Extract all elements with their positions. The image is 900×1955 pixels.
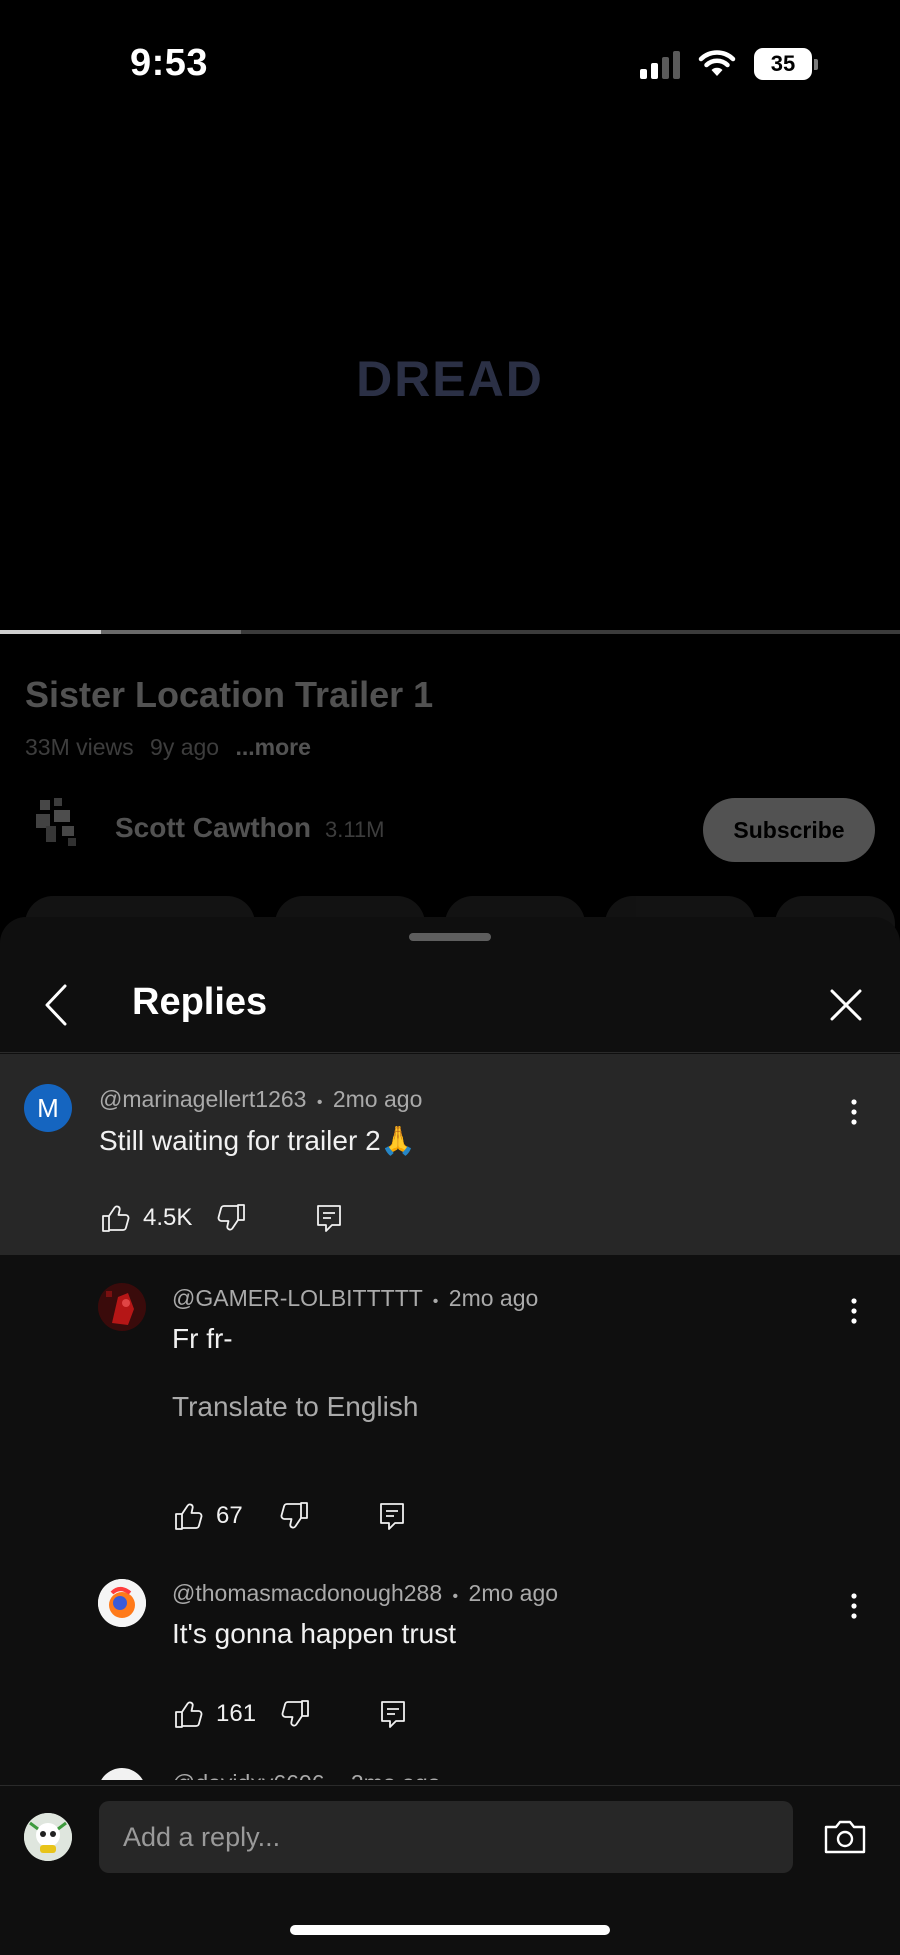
meta-separator: • bbox=[432, 1293, 439, 1310]
like-button[interactable] bbox=[99, 1201, 133, 1235]
video-meta[interactable]: 33M views 9y ago ...more bbox=[25, 734, 311, 761]
more-vertical-icon bbox=[851, 1298, 857, 1324]
more-vertical-icon bbox=[851, 1099, 857, 1125]
avatar[interactable] bbox=[98, 1768, 146, 1780]
thumbs-down-icon bbox=[217, 1204, 246, 1231]
like-button[interactable] bbox=[172, 1697, 206, 1731]
reply-comment: @GAMER-LOLBITTTTT • 2mo ago Fr fr- Trans… bbox=[0, 1255, 900, 1550]
thumbs-up-icon bbox=[175, 1701, 203, 1728]
comment-text: Still waiting for trailer 2🙏 bbox=[99, 1125, 416, 1156]
reply-comment: @davidxy6606 • 2mo ago bbox=[0, 1748, 900, 1780]
chevron-left-icon bbox=[45, 984, 67, 1026]
comment-menu-button[interactable] bbox=[844, 1291, 864, 1331]
reply-comment-icon bbox=[381, 1701, 405, 1728]
camera-icon bbox=[824, 1820, 866, 1854]
like-count: 161 bbox=[216, 1700, 257, 1727]
comment-author[interactable]: @GAMER-LOLBITTTTT bbox=[172, 1285, 422, 1311]
comment-actions: 161 bbox=[172, 1694, 410, 1734]
dislike-button[interactable] bbox=[277, 1499, 311, 1533]
comment-age: 2mo ago bbox=[351, 1770, 441, 1780]
reply-comment-icon bbox=[317, 1205, 342, 1232]
comment-author[interactable]: @thomasmacdonough288 bbox=[172, 1580, 442, 1606]
dislike-button[interactable] bbox=[214, 1201, 248, 1235]
comment-menu-button[interactable] bbox=[844, 1586, 864, 1626]
avatar[interactable]: M bbox=[24, 1084, 72, 1132]
comment-age: 2mo ago bbox=[332, 1086, 423, 1112]
meta-separator: • bbox=[452, 1588, 459, 1605]
cellular-signal-icon bbox=[640, 49, 680, 79]
comment-meta: @marinagellert1263 • 2mo ago bbox=[99, 1086, 422, 1113]
sheet-header: Replies bbox=[0, 957, 900, 1053]
avatar-image bbox=[98, 1283, 146, 1331]
reply-button[interactable] bbox=[375, 1499, 409, 1533]
meta-separator: • bbox=[316, 1094, 323, 1111]
comment-text: It's gonna happen trust bbox=[172, 1618, 456, 1649]
comment-actions: 4.5K bbox=[99, 1198, 346, 1238]
like-button[interactable] bbox=[172, 1499, 206, 1533]
user-avatar[interactable] bbox=[24, 1813, 72, 1861]
video-title[interactable]: Sister Location Trailer 1 bbox=[25, 674, 433, 716]
video-title-card: DREAD bbox=[356, 351, 544, 407]
more-vertical-icon bbox=[851, 1593, 857, 1619]
comment-meta: @GAMER-LOLBITTTTT • 2mo ago bbox=[172, 1285, 538, 1312]
comment-meta: @thomasmacdonough288 • 2mo ago bbox=[172, 1580, 558, 1607]
comment-meta: @davidxy6606 • 2mo ago bbox=[172, 1770, 440, 1780]
comment-actions: 67 bbox=[172, 1496, 409, 1536]
sheet-title: Replies bbox=[132, 981, 268, 1023]
thumbs-up-icon bbox=[175, 1503, 203, 1530]
reply-comment-icon bbox=[379, 1503, 404, 1530]
comment-menu-button[interactable] bbox=[844, 1092, 864, 1132]
like-count: 67 bbox=[216, 1502, 243, 1529]
view-count: 33M views bbox=[25, 734, 134, 760]
channel-name[interactable]: Scott Cawthon 3.11M bbox=[115, 812, 385, 844]
comment-age: 2mo ago bbox=[468, 1580, 559, 1606]
avatar[interactable] bbox=[98, 1283, 146, 1331]
more-link[interactable]: ...more bbox=[236, 734, 311, 760]
status-time: 9:53 bbox=[130, 42, 209, 84]
thumbs-down-icon bbox=[281, 1700, 309, 1727]
avatar-image bbox=[24, 1813, 72, 1861]
video-age: 9y ago bbox=[150, 734, 220, 760]
channel-avatar[interactable] bbox=[28, 794, 84, 850]
drag-handle[interactable] bbox=[409, 933, 491, 941]
avatar[interactable] bbox=[98, 1579, 146, 1627]
subscribe-button[interactable]: Subscribe bbox=[703, 798, 875, 862]
reply-input[interactable] bbox=[99, 1801, 793, 1873]
replies-sheet: Replies M @marinagellert1263 • 2mo ago S… bbox=[0, 917, 900, 1955]
video-info: Sister Location Trailer 1 33M views 9y a… bbox=[0, 634, 900, 952]
status-icons: 35 bbox=[640, 48, 818, 80]
dislike-button[interactable] bbox=[278, 1697, 312, 1731]
subscriber-count: 3.11M bbox=[325, 817, 385, 842]
back-button[interactable] bbox=[36, 979, 76, 1031]
wifi-icon bbox=[698, 50, 736, 76]
battery-level: 35 bbox=[754, 48, 812, 80]
reply-comment: @thomasmacdonough288 • 2mo ago It's gonn… bbox=[0, 1550, 900, 1748]
comment-age: 2mo ago bbox=[448, 1285, 539, 1311]
like-count: 4.5K bbox=[143, 1204, 193, 1231]
comment-author[interactable]: @marinagellert1263 bbox=[99, 1086, 306, 1112]
comment-text: Fr fr- bbox=[172, 1323, 233, 1354]
close-icon bbox=[830, 989, 862, 1021]
status-bar: 9:53 35 bbox=[0, 0, 900, 130]
reply-button[interactable] bbox=[312, 1201, 346, 1235]
thumbs-up-icon bbox=[102, 1205, 130, 1232]
reply-button[interactable] bbox=[376, 1697, 410, 1731]
thumbs-down-icon bbox=[280, 1502, 308, 1529]
comment-author[interactable]: @davidxy6606 bbox=[172, 1770, 325, 1780]
parent-comment: M @marinagellert1263 • 2mo ago Still wai… bbox=[0, 1054, 900, 1255]
battery-icon: 35 bbox=[754, 48, 818, 80]
video-player[interactable]: DREAD bbox=[0, 130, 900, 630]
translate-link[interactable]: Translate to English bbox=[172, 1391, 418, 1423]
replies-list[interactable]: M @marinagellert1263 • 2mo ago Still wai… bbox=[0, 1054, 900, 1780]
home-indicator[interactable] bbox=[290, 1925, 610, 1935]
close-button[interactable] bbox=[822, 981, 870, 1029]
reply-composer bbox=[0, 1785, 900, 1875]
camera-button[interactable] bbox=[822, 1816, 868, 1858]
avatar-image bbox=[98, 1579, 146, 1627]
avatar-letter: M bbox=[37, 1092, 59, 1123]
meta-separator: • bbox=[335, 1778, 341, 1780]
